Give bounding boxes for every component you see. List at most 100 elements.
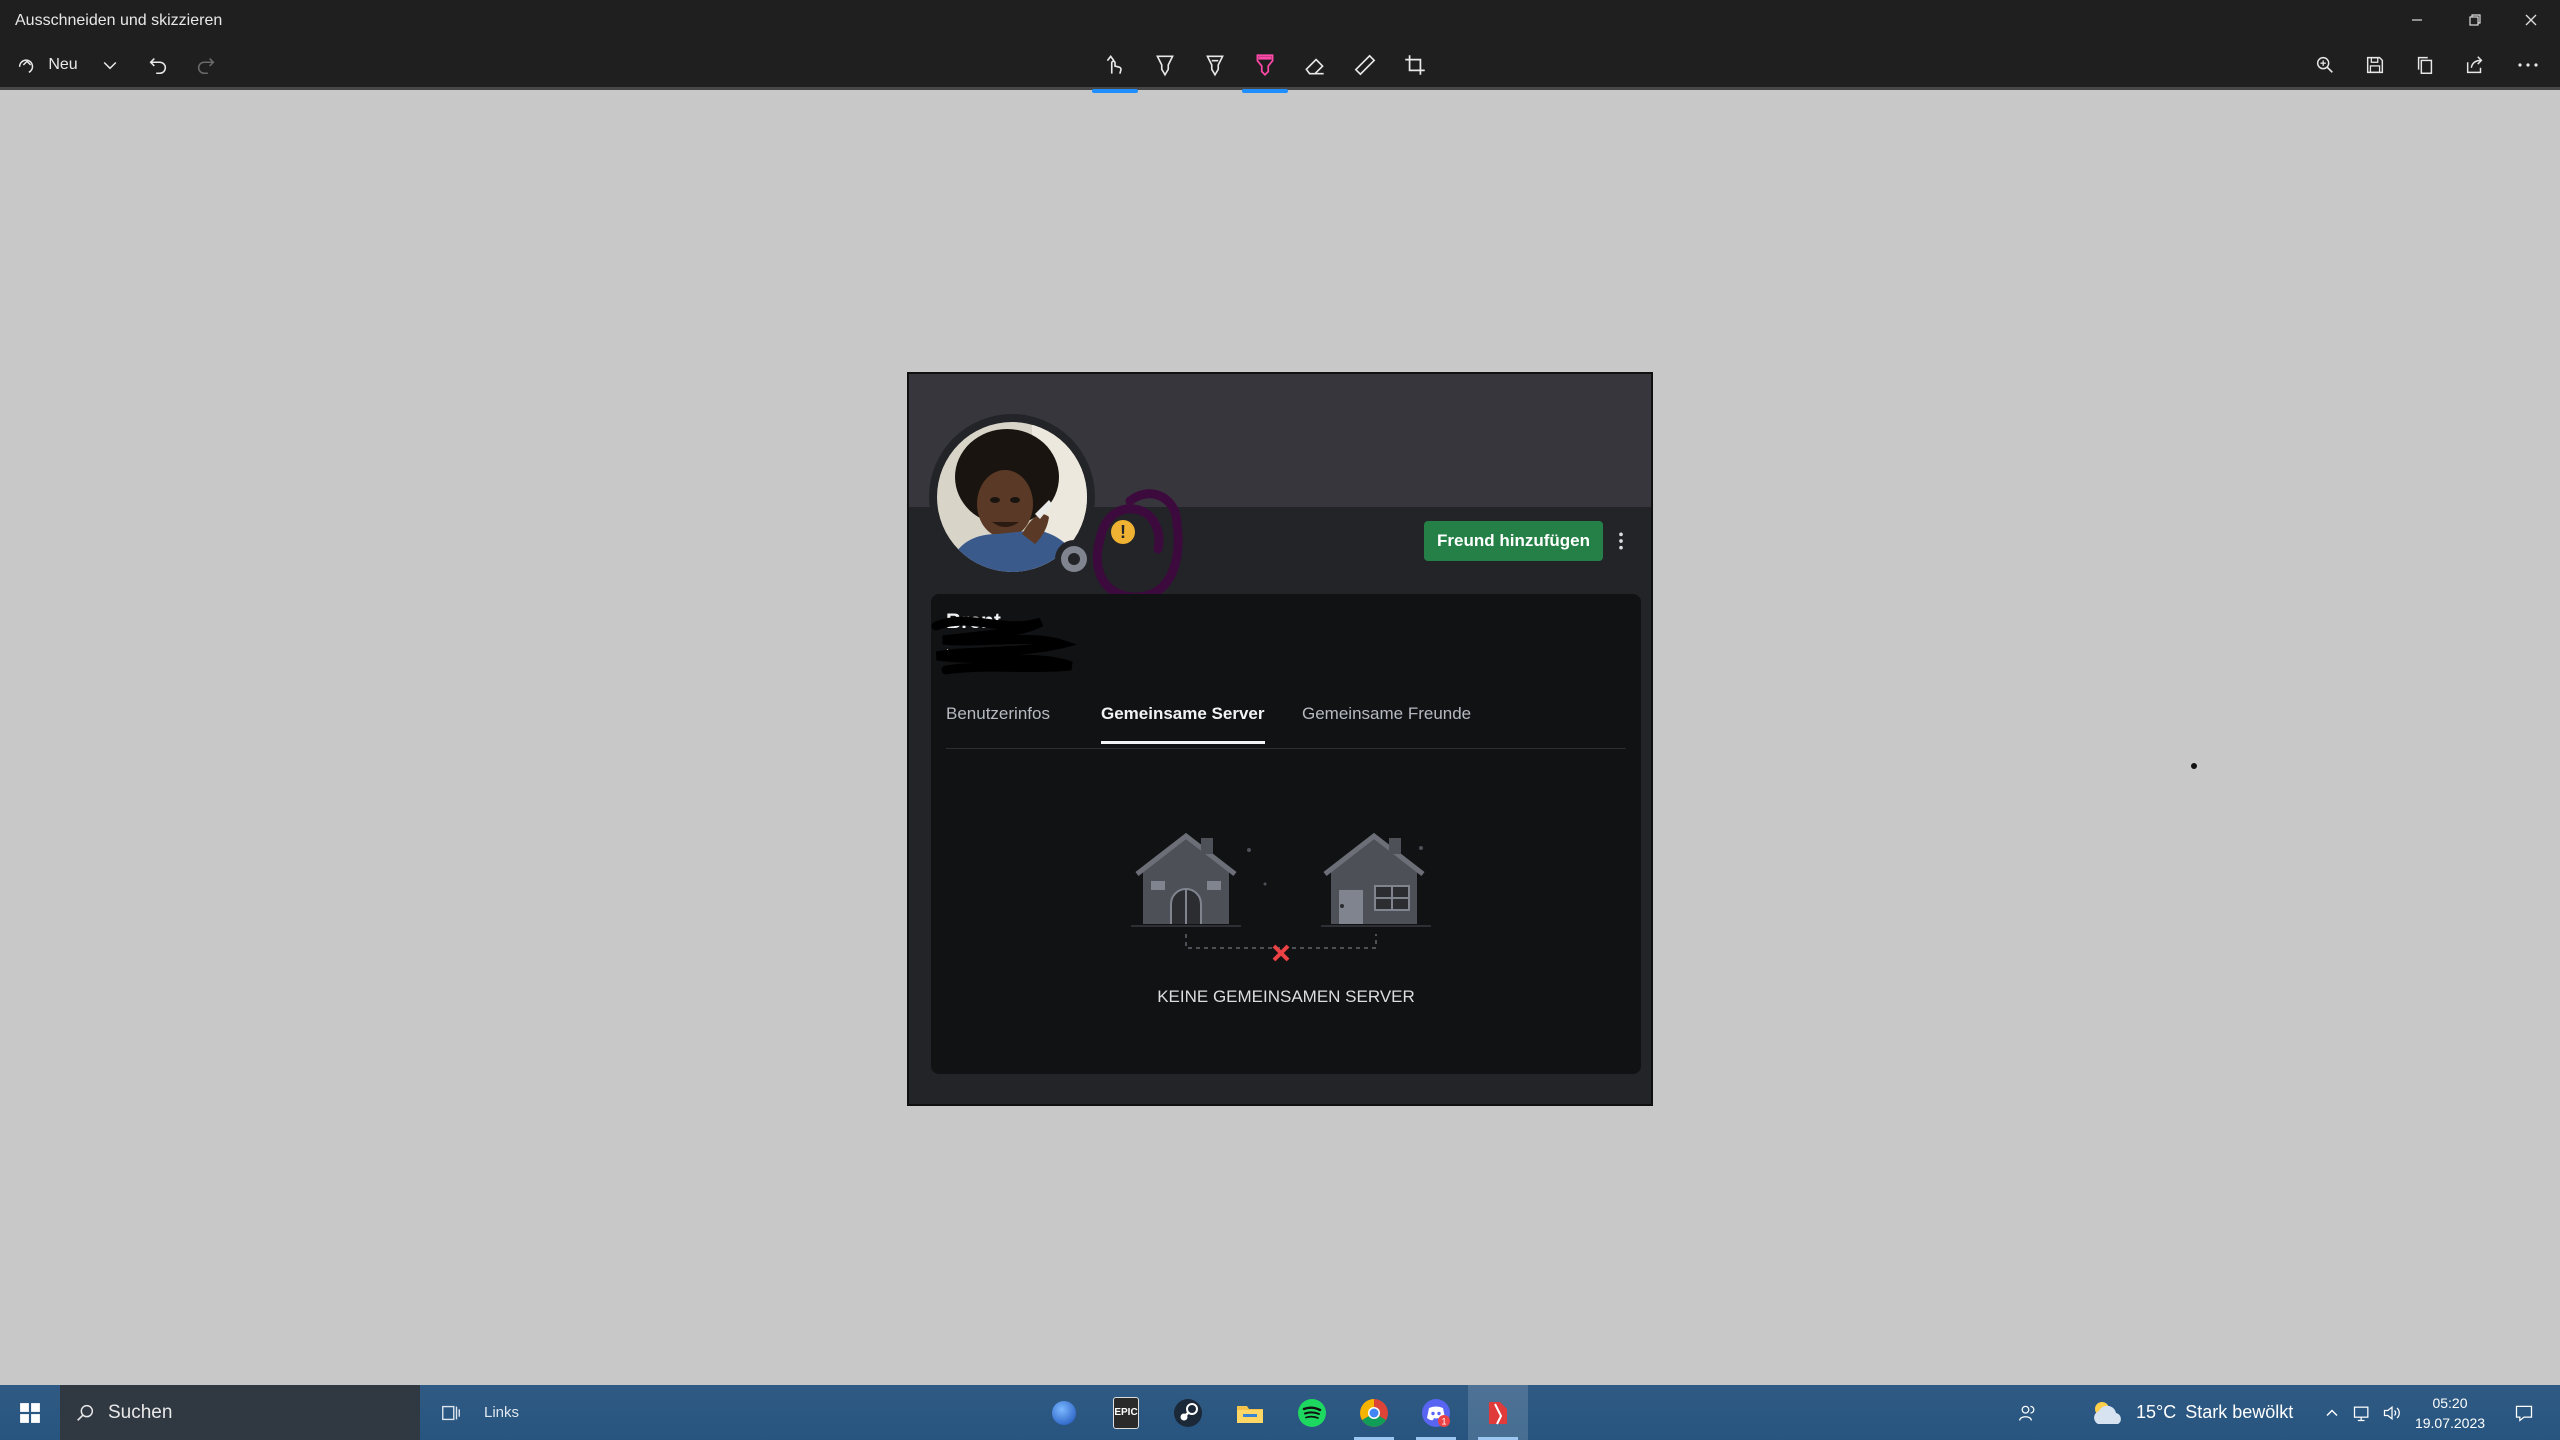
speaker-icon xyxy=(2383,1405,2400,1420)
minimize-icon xyxy=(2412,19,2422,21)
chevron-down-icon xyxy=(103,61,117,70)
ruler-icon xyxy=(1354,54,1376,76)
task-view-icon xyxy=(442,1405,460,1420)
taskbar-search[interactable]: Suchen xyxy=(60,1385,420,1440)
taskbar-chrome[interactable] xyxy=(1344,1385,1404,1440)
snip-sketch-icon xyxy=(1489,1401,1507,1424)
steam-icon xyxy=(1174,1398,1202,1427)
undo-icon xyxy=(149,58,167,75)
links-toolbar[interactable]: Links xyxy=(484,1404,519,1421)
more-icon xyxy=(2518,63,2538,67)
taskbar-epic-games[interactable]: EPIC xyxy=(1096,1385,1156,1440)
browser-icon xyxy=(1052,1400,1076,1425)
touch-writing-icon xyxy=(1106,54,1122,74)
new-snip-dropdown[interactable] xyxy=(96,40,124,90)
close-button[interactable] xyxy=(2502,0,2560,40)
restore-icon xyxy=(2469,14,2481,26)
tab-mutual-friends[interactable]: Gemeinsame Freunde xyxy=(1302,704,1471,724)
profile-card: Brent br Benutzerinfos Gemeinsame Server… xyxy=(931,594,1641,1074)
empty-state-text: KEINE GEMEINSAMEN SERVER xyxy=(1157,987,1415,1006)
taskbar-spotify[interactable] xyxy=(1282,1385,1342,1440)
taskbar-clock[interactable]: 05:20 19.07.2023 xyxy=(2410,1393,2490,1433)
taskbar-browser[interactable] xyxy=(1034,1385,1094,1440)
undo-button[interactable] xyxy=(140,40,176,90)
discord-badge: 1 xyxy=(1441,1416,1446,1426)
copy-icon xyxy=(2417,56,2433,74)
copy-button[interactable] xyxy=(2400,40,2450,90)
redaction-scribble xyxy=(931,616,1076,675)
new-snip-label: Neu xyxy=(48,56,78,73)
pencil-button[interactable] xyxy=(1190,40,1240,90)
close-icon xyxy=(2525,14,2537,26)
search-placeholder: Suchen xyxy=(108,1401,173,1423)
volume-button[interactable] xyxy=(2378,1385,2406,1440)
show-hidden-icons-button[interactable] xyxy=(2318,1385,2346,1440)
cloudy-weather-icon xyxy=(2094,1401,2121,1424)
network-icon xyxy=(2353,1406,2369,1421)
eraser-button[interactable] xyxy=(1290,40,1340,90)
spotify-icon xyxy=(1298,1398,1326,1427)
highlighter-scribble xyxy=(1092,489,1183,602)
chevron-up-icon xyxy=(2326,1408,2338,1416)
highlighter-button[interactable] xyxy=(1240,40,1290,93)
task-view-button[interactable] xyxy=(434,1385,468,1440)
network-button[interactable] xyxy=(2348,1385,2376,1440)
clock-time: 05:20 xyxy=(2432,1395,2468,1411)
crop-icon xyxy=(1405,55,1425,75)
redo-icon xyxy=(197,58,215,75)
share-button[interactable] xyxy=(2450,40,2500,90)
start-button[interactable] xyxy=(0,1385,60,1440)
drawing-canvas[interactable]: ! Freund hinzufügen Brent br Benutzerinf… xyxy=(0,93,2560,1385)
ruler-button[interactable] xyxy=(1340,40,1390,90)
people-icon xyxy=(2019,1405,2035,1421)
search-icon xyxy=(77,1404,94,1421)
avatar-ring xyxy=(929,414,1095,580)
weather-widget[interactable]: 15°C Stark bewölkt xyxy=(2090,1385,2293,1440)
redo-button[interactable] xyxy=(188,40,224,90)
notifications-button[interactable] xyxy=(2506,1385,2542,1440)
ballpoint-pen-button[interactable] xyxy=(1140,40,1190,90)
taskbar-snip-sketch[interactable] xyxy=(1468,1385,1528,1440)
captured-screenshot: ! Freund hinzufügen Brent br Benutzerinf… xyxy=(907,372,1653,1106)
tab-user-info[interactable]: Benutzerinfos xyxy=(946,704,1050,724)
clock-date: 19.07.2023 xyxy=(2414,1415,2486,1431)
app-toolbar: Neu xyxy=(0,40,2560,93)
file-explorer-icon xyxy=(1237,1405,1263,1423)
windows-logo-icon xyxy=(20,1402,40,1423)
empty-state-illustration xyxy=(1131,832,1431,962)
taskbar: Suchen Links EPIC 1 15°C Stark bewölkt 0… xyxy=(0,1385,2560,1440)
title-bar: Ausschneiden und skizzieren xyxy=(0,0,2560,40)
vertical-dots-icon xyxy=(1619,532,1623,550)
ink-dot xyxy=(2191,763,2197,769)
taskbar-steam[interactable] xyxy=(1158,1385,1218,1440)
more-options-button[interactable] xyxy=(2503,40,2553,90)
zoom-icon xyxy=(2316,56,2333,73)
eraser-icon xyxy=(1305,58,1324,75)
profile-tabs: Benutzerinfos Gemeinsame Server Gemeinsa… xyxy=(946,684,1626,749)
zoom-button[interactable] xyxy=(2300,40,2350,90)
save-icon xyxy=(2366,56,2384,74)
chrome-icon xyxy=(1360,1398,1388,1427)
add-friend-button[interactable]: Freund hinzufügen xyxy=(1424,521,1603,561)
discord-icon: 1 xyxy=(1422,1398,1450,1427)
window-title: Ausschneiden und skizzieren xyxy=(15,12,223,29)
people-button[interactable] xyxy=(2014,1385,2042,1440)
minimize-button[interactable] xyxy=(2388,0,2446,40)
tab-mutual-servers[interactable]: Gemeinsame Server xyxy=(1101,704,1265,744)
save-button[interactable] xyxy=(2350,40,2400,90)
crop-button[interactable] xyxy=(1390,40,1440,90)
epic-games-icon: EPIC xyxy=(1113,1396,1139,1429)
taskbar-discord[interactable]: 1 xyxy=(1406,1385,1466,1440)
notification-center-icon xyxy=(2515,1405,2533,1422)
new-snip-icon xyxy=(19,59,34,73)
pencil-icon xyxy=(1206,55,1224,77)
touch-writing-button[interactable] xyxy=(1090,40,1140,93)
highlighter-icon xyxy=(1256,54,1274,76)
weather-condition: Stark bewölkt xyxy=(2185,1402,2294,1422)
weather-temperature: 15°C xyxy=(2136,1402,2177,1422)
profile-more-button[interactable] xyxy=(1609,521,1633,561)
taskbar-file-explorer[interactable] xyxy=(1220,1385,1280,1440)
restore-button[interactable] xyxy=(2446,0,2504,40)
ballpoint-pen-icon xyxy=(1156,55,1174,77)
new-snip-button[interactable]: Neu xyxy=(12,40,82,90)
